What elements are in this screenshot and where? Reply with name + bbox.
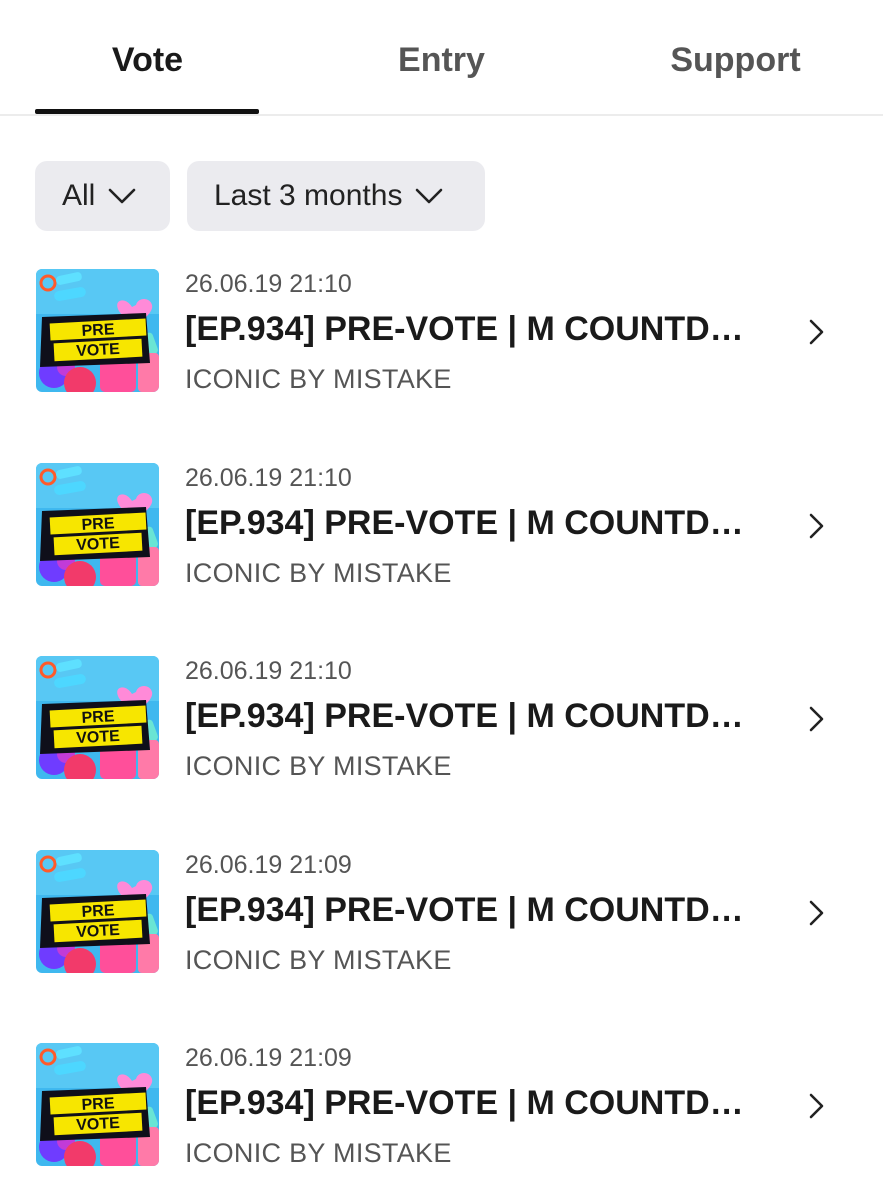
vote-history-item[interactable]: PRE VOTE 26.06.19 21:09 [EP.934] PRE-VOT…: [0, 1029, 883, 1169]
vote-thumbnail: PRE VOTE: [36, 656, 159, 779]
vote-date: 26.06.19 21:10: [185, 270, 352, 298]
vote-date: 26.06.19 21:09: [185, 851, 352, 879]
vote-thumbnail: PRE VOTE: [36, 1043, 159, 1166]
svg-text:VOTE: VOTE: [76, 728, 121, 747]
vote-title: [EP.934] PRE-VOTE | M COUNTDOWN: [185, 697, 760, 735]
date-range-filter-dropdown[interactable]: Last 3 months: [187, 161, 485, 231]
vote-history-item[interactable]: PRE VOTE 26.06.19 21:09 [EP.934] PRE-VOT…: [0, 836, 883, 976]
svg-text:PRE: PRE: [81, 708, 115, 727]
chevron-right-icon[interactable]: [806, 1092, 826, 1120]
vote-artist: ICONIC BY MISTAKE: [185, 1138, 452, 1168]
chevron-down-icon: [109, 188, 136, 204]
svg-text:PRE: PRE: [81, 1095, 115, 1114]
tab-entry[interactable]: Entry: [330, 40, 553, 80]
vote-date: 26.06.19 21:09: [185, 1044, 352, 1072]
chevron-right-icon[interactable]: [806, 318, 826, 346]
svg-text:VOTE: VOTE: [76, 341, 121, 360]
vote-artist: ICONIC BY MISTAKE: [185, 945, 452, 975]
svg-text:PRE: PRE: [81, 515, 115, 534]
chevron-down-icon: [416, 188, 443, 204]
vote-date: 26.06.19 21:10: [185, 657, 352, 685]
vote-artist: ICONIC BY MISTAKE: [185, 751, 452, 781]
vote-title: [EP.934] PRE-VOTE | M COUNTDOWN: [185, 1084, 760, 1122]
tab-bar: Vote Entry Support: [0, 0, 883, 116]
vote-thumbnail: PRE VOTE: [36, 463, 159, 586]
vote-history-item[interactable]: PRE VOTE 26.06.19 21:10 [EP.934] PRE-VOT…: [0, 642, 883, 782]
vote-artist: ICONIC BY MISTAKE: [185, 558, 452, 588]
vote-title: [EP.934] PRE-VOTE | M COUNTDOWN: [185, 504, 760, 542]
vote-history-item[interactable]: PRE VOTE 26.06.19 21:10 [EP.934] PRE-VOT…: [0, 255, 883, 395]
chevron-right-icon[interactable]: [806, 512, 826, 540]
vote-history-item[interactable]: PRE VOTE 26.06.19 21:10 [EP.934] PRE-VOT…: [0, 449, 883, 589]
vote-title: [EP.934] PRE-VOTE | M COUNTDOWN: [185, 310, 760, 348]
category-filter-dropdown[interactable]: All: [35, 161, 170, 231]
date-range-filter-label: Last 3 months: [214, 179, 403, 212]
svg-text:VOTE: VOTE: [76, 535, 121, 554]
tab-support[interactable]: Support: [624, 40, 847, 80]
svg-text:VOTE: VOTE: [76, 922, 121, 941]
svg-text:PRE: PRE: [81, 902, 115, 921]
active-tab-indicator: [35, 109, 259, 114]
svg-text:VOTE: VOTE: [76, 1115, 121, 1134]
vote-title: [EP.934] PRE-VOTE | M COUNTDOWN: [185, 891, 760, 929]
vote-artist: ICONIC BY MISTAKE: [185, 364, 452, 394]
vote-thumbnail: PRE VOTE: [36, 850, 159, 973]
tab-vote[interactable]: Vote: [36, 40, 259, 80]
category-filter-label: All: [62, 179, 96, 212]
chevron-right-icon[interactable]: [806, 899, 826, 927]
vote-date: 26.06.19 21:10: [185, 464, 352, 492]
svg-text:PRE: PRE: [81, 321, 115, 340]
vote-thumbnail: PRE VOTE: [36, 269, 159, 392]
chevron-right-icon[interactable]: [806, 705, 826, 733]
